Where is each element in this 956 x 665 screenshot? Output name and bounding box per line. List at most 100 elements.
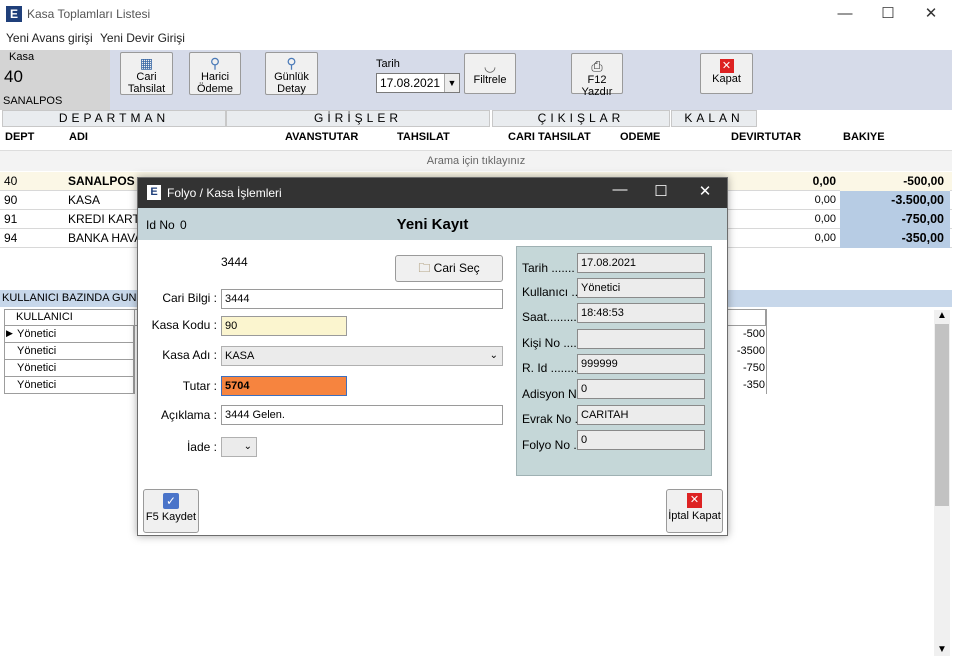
chevron-down-icon[interactable]: ▼ xyxy=(444,74,459,92)
list-item[interactable]: Yönetici xyxy=(4,360,134,377)
col-avanstutar[interactable]: AVANSTUTAR xyxy=(285,131,358,143)
kasa-label: Kasa xyxy=(9,51,35,63)
user-value: -350 xyxy=(742,379,765,391)
evrak-field[interactable]: CARITAH xyxy=(577,405,705,425)
close-icon[interactable]: ✕ xyxy=(908,2,954,28)
yazdir-button[interactable]: ⎙ F12 Yazdır xyxy=(571,53,623,98)
rid-field[interactable]: 999999 xyxy=(577,354,705,374)
col-tahsilat[interactable]: TAHSILAT xyxy=(397,131,450,143)
scroll-up-icon[interactable]: ▲ xyxy=(937,310,947,321)
kasa-name: SANALPOS xyxy=(3,95,63,107)
tarih-label: Tarih ....... xyxy=(522,261,575,275)
tutar-input[interactable]: 5704 xyxy=(221,376,347,396)
kaydet-button[interactable]: ✓ F5 Kaydet xyxy=(143,489,199,533)
list-item[interactable]: Yönetici xyxy=(4,377,134,394)
chevron-down-icon[interactable]: ⌄ xyxy=(490,347,498,365)
menu-yeni-avans[interactable]: Yeni Avans girişi xyxy=(6,31,93,45)
id-label: Id No xyxy=(146,218,175,232)
folder-search-icon: 🗀 xyxy=(418,261,431,275)
row-pointer-icon: ▶ xyxy=(6,328,13,338)
iptal-kapat-button[interactable]: ✕ İptal Kapat xyxy=(666,489,723,533)
folyo-label: Folyo No .. xyxy=(522,438,581,452)
group-cikislar: ÇIKIŞLAR xyxy=(492,110,670,127)
cari-bilgi-input[interactable]: 3444 xyxy=(221,289,503,309)
group-girisler: GİRİŞLER xyxy=(226,110,490,127)
kullanici-label: Kullanıcı ... xyxy=(522,285,582,299)
folyo-dialog: E Folyo / Kasa İşlemleri — ☐ ✕ Id No 0 Y… xyxy=(137,177,728,536)
dialog-maximize-icon[interactable]: ☐ xyxy=(641,182,681,200)
kisi-field[interactable] xyxy=(577,329,705,349)
scroll-thumb[interactable] xyxy=(935,324,949,506)
user-value: -750 xyxy=(742,362,765,374)
gunluk-detay-button[interactable]: ⚲ Günlük Detay xyxy=(265,52,318,95)
cari-sec-button[interactable]: 🗀 Cari Seç xyxy=(395,255,503,282)
saat-field[interactable]: 18:48:53 xyxy=(577,303,705,323)
dialog-minimize-icon[interactable]: — xyxy=(600,181,640,198)
chevron-down-icon[interactable]: ⌄ xyxy=(244,438,252,456)
minimize-icon[interactable]: — xyxy=(822,2,868,28)
rid-label: R. Id ........ xyxy=(522,361,578,375)
tutar-label: Tutar : xyxy=(182,379,217,393)
id-value: 0 xyxy=(180,218,187,232)
col-dept[interactable]: DEPT xyxy=(5,131,34,143)
grid-divider xyxy=(134,309,135,394)
col-adi[interactable]: ADI xyxy=(69,131,88,143)
aciklama-input[interactable]: 3444 Gelen. xyxy=(221,405,503,425)
kapat-button[interactable]: ✕ Kapat xyxy=(700,53,753,94)
list-item[interactable]: Yönetici xyxy=(4,343,134,360)
calculator-icon: ▦ xyxy=(139,55,154,71)
magnifier-icon: ⚲ xyxy=(209,55,221,71)
checkmark-icon: ✓ xyxy=(163,493,179,509)
adisyon-field[interactable]: 0 xyxy=(577,379,705,399)
close-red-icon: ✕ xyxy=(719,59,734,73)
kasa-code: 40 xyxy=(4,67,23,86)
col-odeme[interactable]: ODEME xyxy=(620,131,660,143)
kasa-adi-select[interactable]: KASA ⌄ xyxy=(221,346,503,366)
code-display: 3444 xyxy=(221,255,248,269)
filtrele-button[interactable]: ◡ Filtrele xyxy=(464,53,516,94)
column-header-row xyxy=(0,127,952,151)
kisi-label: Kişi No ..... xyxy=(522,336,581,350)
adisyon-label: Adisyon N.. xyxy=(522,387,584,401)
col-bakiye[interactable]: BAKIYE xyxy=(843,131,885,143)
evrak-label: Evrak No .. xyxy=(522,412,582,426)
cari-bilgi-label: Cari Bilgi : xyxy=(162,291,217,305)
maximize-icon[interactable]: ☐ xyxy=(865,2,911,28)
cari-tahsilat-button[interactable]: ▦ Cari Tahsilat xyxy=(120,52,173,95)
aciklama-label: Açıklama : xyxy=(160,408,217,422)
user-value: -500 xyxy=(742,328,765,340)
col-devirtutar[interactable]: DEVIRTUTAR xyxy=(731,131,801,143)
dialog-close-icon[interactable]: ✕ xyxy=(685,182,725,200)
kasa-kodu-label: Kasa Kodu : xyxy=(151,318,217,332)
search-hint[interactable]: Arama için tıklayınız xyxy=(0,151,952,171)
grid-border xyxy=(766,309,767,394)
info-panel: Tarih ....... 17.08.2021 Kullanıcı ... Y… xyxy=(516,246,712,476)
kasa-adi-label: Kasa Adı : xyxy=(162,348,217,362)
col-kullanici[interactable]: KULLANICI xyxy=(16,311,73,323)
saat-label: Saat......... xyxy=(522,310,577,324)
dialog-heading: Yeni Kayıt xyxy=(396,216,469,233)
scroll-down-icon[interactable]: ▼ xyxy=(937,644,947,655)
dialog-title: Folyo / Kasa İşlemleri xyxy=(167,186,282,200)
kullanici-field[interactable]: Yönetici xyxy=(577,278,705,298)
col-cari-tahsilat[interactable]: CARI TAHSILAT xyxy=(508,131,591,143)
tarih-picker[interactable]: 17.08.2021 ▼ xyxy=(376,73,460,93)
magnifier-icon: ⚲ xyxy=(286,55,297,71)
app-logo-icon: E xyxy=(147,185,161,200)
tarih-label: Tarih xyxy=(376,58,400,70)
menu-yeni-devir[interactable]: Yeni Devir Girişi xyxy=(100,31,185,45)
user-value: -3500 xyxy=(736,345,765,357)
app-logo-icon: E xyxy=(6,6,22,22)
close-red-icon: ✕ xyxy=(687,493,702,508)
harici-odeme-button[interactable]: ⚲ Harici Ödeme xyxy=(189,52,241,95)
list-item[interactable]: Yönetici xyxy=(4,326,134,343)
group-kalan: KALAN xyxy=(671,110,757,127)
iade-select[interactable]: ⌄ xyxy=(221,437,257,457)
window-title: Kasa Toplamları Listesi xyxy=(27,7,151,21)
group-departman: DEPARTMAN xyxy=(2,110,226,127)
tarih-field[interactable]: 17.08.2021 xyxy=(577,253,705,273)
iade-label: İade : xyxy=(186,440,217,454)
folyo-field[interactable]: 0 xyxy=(577,430,705,450)
filter-icon: ◡ xyxy=(483,58,497,74)
kasa-kodu-input[interactable]: 90 xyxy=(221,316,347,336)
